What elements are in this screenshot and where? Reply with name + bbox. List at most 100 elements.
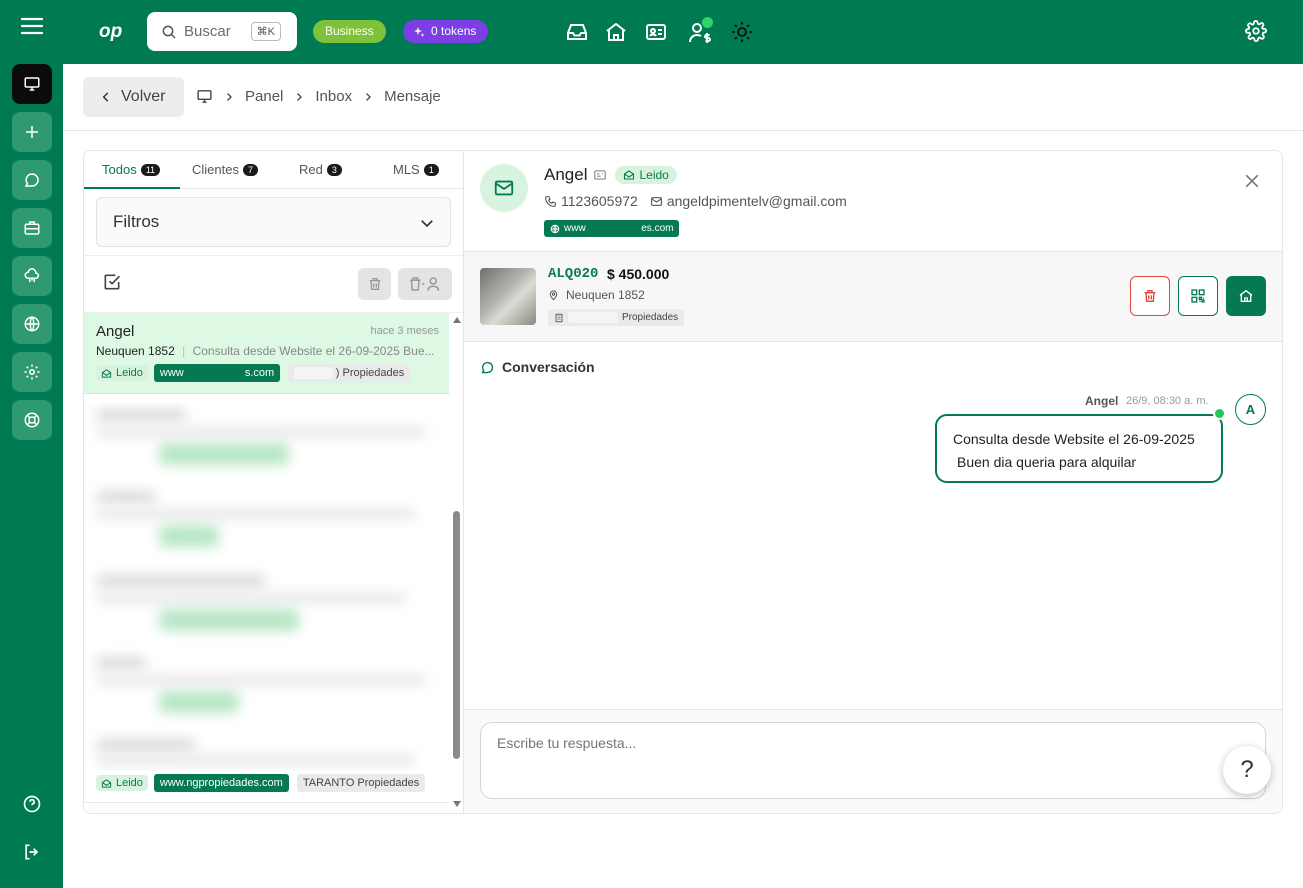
chevron-left-icon — [102, 92, 109, 102]
svg-text:op: op — [99, 21, 122, 42]
property-location: Neuquen 1852 — [548, 288, 645, 302]
qr-code-button[interactable] — [1178, 276, 1218, 316]
message-list-item-selected[interactable]: Angel hace 3 meses Neuquen 1852 | Consul… — [84, 313, 449, 394]
tab-clientes[interactable]: Clientes 7 — [192, 162, 258, 177]
logout-icon[interactable] — [20, 840, 44, 864]
contact-email[interactable]: angeldpimentelv@gmail.com — [667, 193, 847, 209]
chevron-down-icon — [421, 220, 433, 228]
website-badge: www.ngpropiedades.com — [153, 774, 289, 792]
contact-phone[interactable]: 1123605972 — [561, 193, 638, 209]
search-box[interactable]: Buscar ⌘K — [147, 12, 297, 51]
map-pin-icon — [549, 289, 558, 300]
sidebar-item-panel[interactable] — [12, 64, 52, 104]
sidebar-item-support[interactable] — [12, 400, 52, 440]
monitor-icon — [197, 90, 212, 103]
status-badge: Leido — [96, 365, 148, 381]
avatar: A — [1235, 394, 1266, 425]
envelope-open-icon — [624, 170, 635, 180]
tab-label: Clientes — [192, 162, 239, 177]
message-summary: Neuquen 1852 | Consulta desde Website el… — [96, 344, 435, 358]
view-property-button[interactable] — [1226, 276, 1266, 316]
online-dot — [1213, 407, 1226, 420]
gear-icon — [24, 364, 40, 380]
sidebar-item-cloud[interactable] — [12, 256, 52, 296]
property-thumbnail[interactable] — [480, 268, 536, 325]
sidebar-item-web[interactable] — [12, 304, 52, 344]
chat-icon — [24, 173, 39, 187]
contact-header: Angel Leido 1123605972 angeldpimentelv@g… — [464, 151, 1282, 252]
agency-badge: xxxxxxx ) Propiedades — [288, 364, 411, 382]
tokens-badge[interactable]: 0 tokens — [403, 20, 489, 43]
breadcrumb-inbox[interactable]: Inbox — [315, 88, 352, 105]
delete-button[interactable] — [1130, 276, 1170, 316]
scrollbar-thumb[interactable] — [453, 511, 460, 759]
sidebar-item-settings[interactable] — [12, 352, 52, 392]
sidebar-item-messages[interactable] — [12, 160, 52, 200]
agency-badge: xxxxxxxxxx Propiedades — [548, 309, 685, 326]
website-badge: www es.com — [544, 220, 680, 237]
delete-selected-button[interactable] — [358, 268, 391, 300]
inbox-icon[interactable] — [565, 20, 589, 44]
message-list-item[interactable]: Leido www.ngpropiedades.com TARANTO Prop… — [84, 771, 449, 803]
search-placeholder: Buscar — [184, 23, 231, 40]
sidebar-item-add[interactable] — [12, 112, 52, 152]
back-button[interactable]: Volver — [83, 77, 184, 117]
website-label: www es.com — [564, 223, 674, 234]
message-line-1: Consulta desde Website el 26-09-2025 — [953, 431, 1195, 447]
sun-icon[interactable] — [730, 20, 754, 44]
message-tags: Leido www.ngpropiedades.com TARANTO Prop… — [96, 774, 426, 792]
conversation-title: Conversación — [502, 359, 595, 375]
reply-input[interactable] — [480, 722, 1266, 799]
home-icon[interactable] — [604, 20, 628, 44]
cloud-network-icon — [24, 268, 40, 282]
status-badge: Leido — [96, 775, 148, 791]
globe-icon — [24, 316, 40, 332]
conversation-header: Conversación — [480, 359, 595, 375]
location-label: Neuquen 1852 — [566, 288, 645, 302]
menu-icon[interactable] — [20, 16, 44, 36]
tab-red[interactable]: Red 3 — [299, 162, 342, 177]
message-time: 26/9, 08:30 a. m. — [1126, 395, 1209, 407]
filters-label: Filtros — [113, 212, 160, 231]
gear-icon[interactable] — [1245, 20, 1269, 44]
breadcrumb-panel[interactable]: Panel — [245, 88, 283, 105]
property-card: ALQ020 $ 450.000 Neuquen 1852 xxxxxxxxxx… — [464, 252, 1282, 342]
chevron-right-icon — [297, 92, 303, 101]
brand-logo[interactable]: op — [99, 20, 125, 42]
select-all-checkbox[interactable] — [102, 272, 122, 292]
envelope-open-icon — [101, 778, 112, 788]
home-icon — [1239, 289, 1253, 302]
tab-mls[interactable]: MLS 1 — [393, 162, 439, 177]
plan-badge[interactable]: Business — [313, 20, 386, 43]
id-card-icon[interactable] — [644, 20, 668, 44]
tab-label: Todos — [102, 162, 137, 177]
envelope-icon — [650, 196, 662, 206]
tab-todos[interactable]: Todos 11 — [102, 162, 161, 177]
message-preview: Consulta desde Website el 26-09-2025 Bue… — [192, 344, 435, 358]
breadcrumb-mensaje: Mensaje — [384, 88, 441, 105]
sidebar-item-briefcase[interactable] — [12, 208, 52, 248]
property-code[interactable]: ALQ020 — [548, 266, 598, 282]
status-label: Leido — [639, 168, 669, 182]
message-property: Neuquen 1852 — [96, 344, 175, 358]
help-button[interactable]: ? — [1223, 746, 1271, 794]
monitor-icon — [24, 77, 40, 91]
blurred-message-list — [84, 403, 449, 771]
chevron-right-icon — [366, 92, 371, 101]
tab-count: 3 — [326, 163, 342, 176]
message-line-2: Buen dia queria para alquilar — [957, 454, 1137, 470]
inbox-tabs: Todos 11 Clientes 7 Red 3 MLS 1 — [84, 151, 464, 189]
chat-icon — [481, 361, 494, 373]
filters-dropdown[interactable]: Filtros — [96, 197, 451, 247]
breadcrumb: Panel Inbox Mensaje — [196, 88, 441, 105]
close-icon[interactable] — [1242, 171, 1262, 191]
status-badge: Leido — [615, 166, 677, 184]
agency-label: ) Propiedades — [335, 367, 405, 379]
lifebuoy-icon — [24, 412, 40, 428]
qr-code-icon — [1191, 289, 1205, 303]
help-circle-icon[interactable] — [20, 792, 44, 816]
envelope-open-icon — [101, 368, 112, 378]
bulk-actions-bar — [84, 255, 464, 313]
delete-contact-button[interactable] — [398, 268, 452, 300]
id-card-icon[interactable] — [593, 168, 607, 182]
